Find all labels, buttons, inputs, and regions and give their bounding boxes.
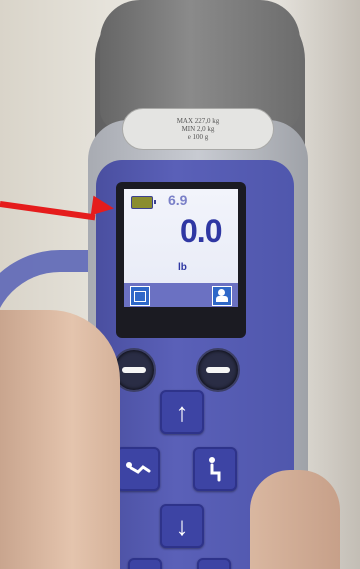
memory-icon — [130, 286, 150, 306]
capacity-step: e 100 g — [187, 133, 209, 141]
lift-down-button[interactable]: ↓ — [160, 504, 204, 548]
minus-bar-icon — [206, 367, 230, 373]
weight-reading: 0.0 — [180, 213, 222, 249]
lift-up-button[interactable]: ↑ — [160, 390, 204, 434]
holding-hand — [0, 310, 120, 569]
sit-button[interactable] — [193, 447, 237, 491]
annotation-arrow-head — [90, 195, 116, 219]
weigh-person-icon — [212, 286, 232, 306]
arrow-down-icon: ↓ — [175, 510, 189, 541]
bottom-right-button[interactable] — [197, 558, 231, 569]
arrow-up-icon: ↑ — [175, 396, 189, 427]
secondary-reading: 6.9 — [168, 192, 188, 208]
capacity-label-plate: MAX 227,0 kg MIN 2,0 kg e 100 g — [122, 108, 274, 150]
photo-frame: MAX 227,0 kg MIN 2,0 kg e 100 g 6.9 0.0 … — [0, 0, 360, 569]
bottom-left-button[interactable] — [128, 558, 162, 569]
weight-unit: lb — [178, 262, 187, 273]
battery-icon — [131, 196, 156, 209]
right-soft-button[interactable] — [196, 348, 240, 392]
annotation-arrow-line — [0, 201, 96, 221]
recline-button[interactable] — [116, 447, 160, 491]
capacity-min: MIN 2,0 kg — [181, 125, 215, 133]
holding-hand-fingers — [250, 470, 340, 569]
sit-icon — [209, 457, 221, 482]
minus-bar-icon — [122, 367, 146, 373]
recline-icon — [126, 462, 151, 474]
capacity-max: MAX 227,0 kg — [176, 117, 220, 125]
